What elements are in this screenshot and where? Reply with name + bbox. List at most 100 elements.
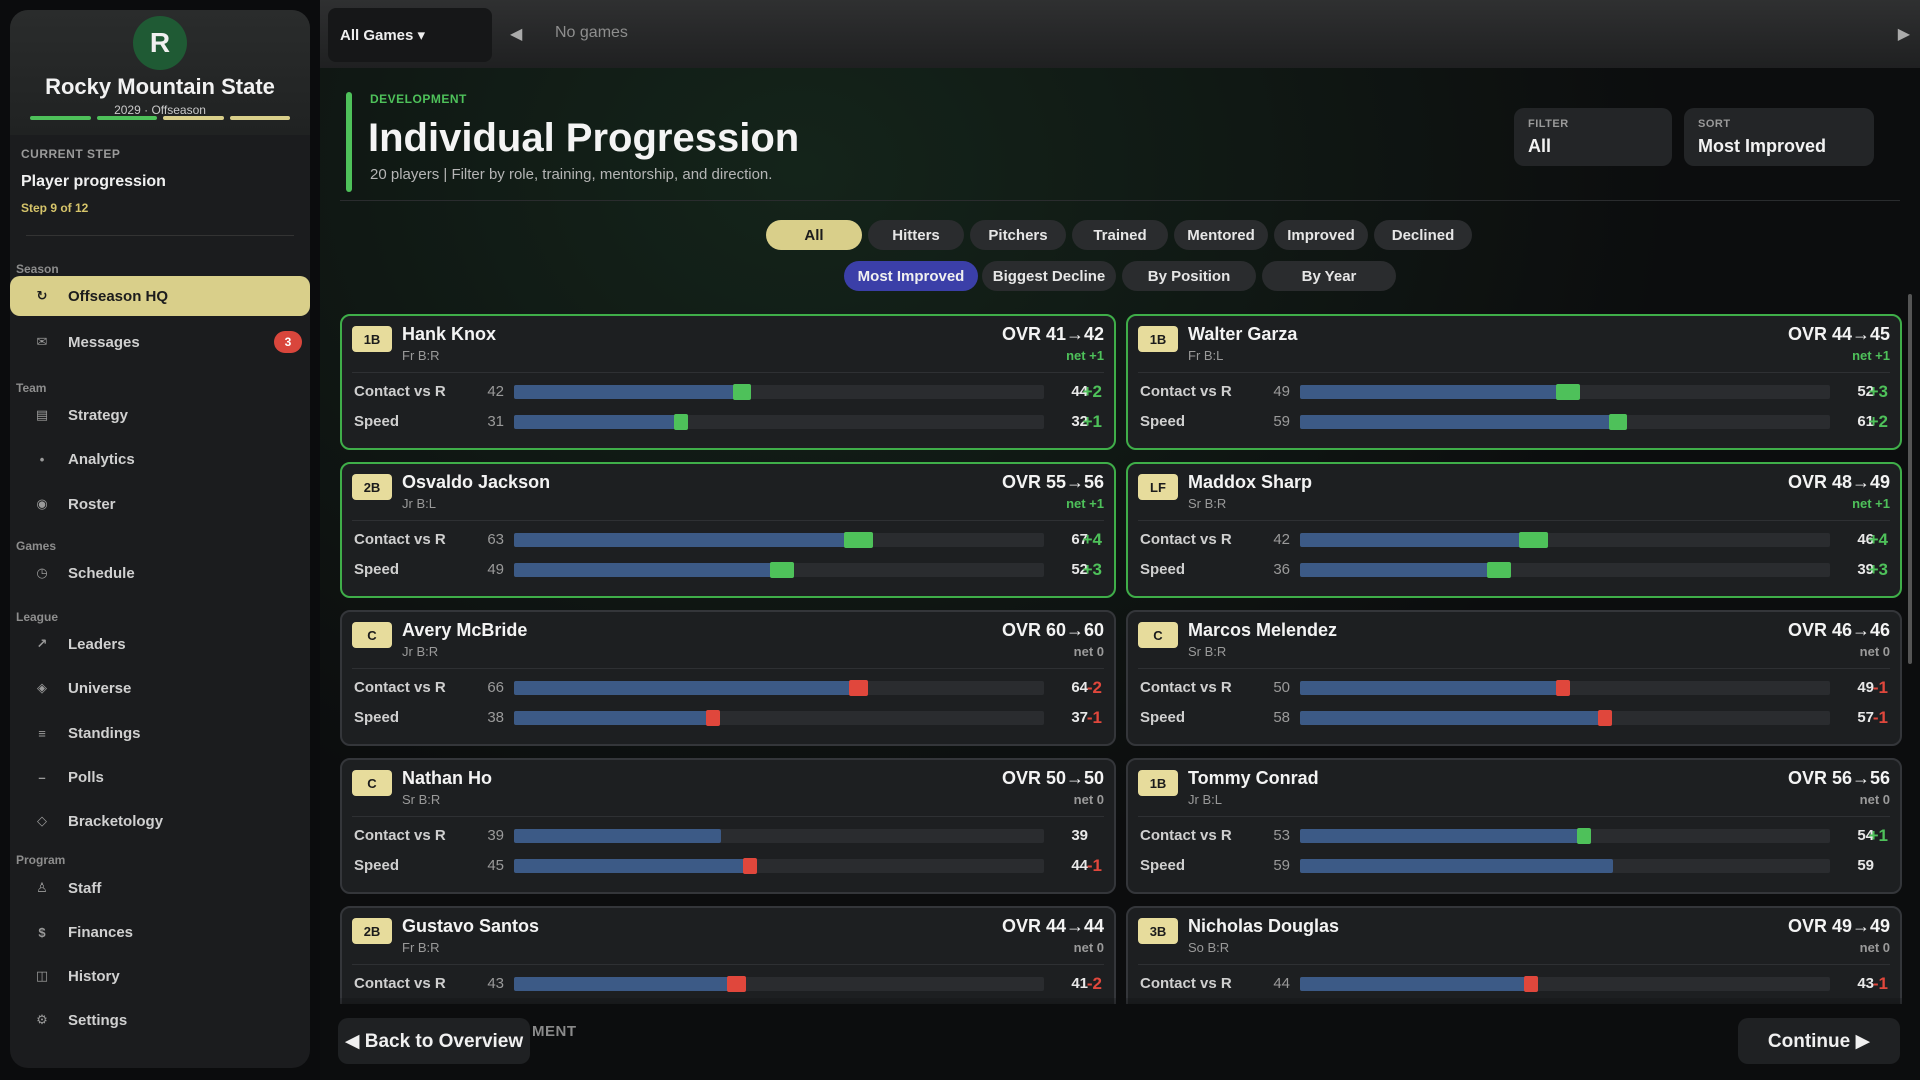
sort-dropdown[interactable]: SORT Most Improved — [1684, 108, 1874, 166]
sidebar-item-settings[interactable]: ⚙ Settings — [10, 1000, 310, 1040]
player-ovr: OVR 55→56 — [1001, 472, 1104, 492]
sort-label: SORT — [1698, 118, 1731, 130]
sidebar-item-schedule[interactable]: ◷ Schedule — [10, 553, 310, 593]
continue-button[interactable]: Continue ▶ — [1738, 1018, 1900, 1064]
filter-chip-trained[interactable]: Trained — [1072, 220, 1168, 250]
sidebar-item-offseason-hq[interactable]: ↻ Offseason HQ — [10, 276, 310, 316]
sidebar-item-bracketology[interactable]: ◇ Bracketology — [10, 801, 310, 841]
position-badge: C — [352, 770, 392, 796]
player-card[interactable]: 2B Gustavo Santos Fr B:R OVR 44→44 net 0 Cont… — [340, 906, 1116, 1004]
stat-delta: +2 — [1082, 382, 1102, 401]
sidebar-item-label: Bracketology — [68, 812, 164, 830]
player-meta: Sr B:R — [1188, 496, 1227, 511]
sort-chip-biggest-decline[interactable]: Biggest Decline — [982, 261, 1116, 291]
sidebar-item-label: Strategy — [68, 406, 129, 424]
back-to-overview-button[interactable]: ◀ Back to Overview — [338, 1018, 530, 1064]
player-card[interactable]: C Nathan Ho Sr B:R OVR 50→50 net 0 Contact vs… — [340, 758, 1116, 894]
filter-chip-declined[interactable]: Declined — [1374, 220, 1472, 250]
stat-name: Speed — [1140, 413, 1186, 430]
polls-icon: – — [38, 769, 46, 785]
player-card[interactable]: C Avery McBride Jr B:R OVR 60→60 net 0 Contac… — [340, 610, 1116, 746]
stat-name: Contact vs R — [354, 975, 446, 992]
games-bar: All Games ▾ ◀ No games ▶ — [320, 0, 1920, 68]
dollar-icon: $ — [38, 924, 46, 940]
next-arrow-icon[interactable]: ▶ — [1898, 24, 1910, 44]
stat-gain-marker — [1518, 532, 1548, 548]
sidebar-item-polls[interactable]: – Polls — [10, 757, 310, 797]
filter-chip-pitchers[interactable]: Pitchers — [970, 220, 1066, 250]
prev-arrow-icon[interactable]: ◀ — [510, 24, 522, 44]
stat-row: Speed 36 39 +3 — [1140, 558, 1888, 582]
universe-icon: ◈ — [37, 680, 47, 695]
sidebar-item-roster[interactable]: ◉ Roster — [10, 484, 310, 524]
player-card[interactable]: 1B Walter Garza Fr B:L OVR 44→45 net +1 Conta… — [1126, 314, 1902, 450]
stat-bar-fill — [514, 385, 737, 399]
sidebar-item-standings[interactable]: ≡ Standings — [10, 713, 310, 753]
stat-row: Contact vs R 39 39 — [354, 824, 1102, 848]
stat-gain-marker — [732, 384, 752, 400]
sidebar-item-label: Messages — [68, 333, 140, 351]
sidebar-item-finances[interactable]: $ Finances — [10, 912, 310, 952]
list-icon: ≡ — [38, 725, 46, 741]
stat-bar-fill — [1300, 415, 1613, 429]
stat-bar-track — [1300, 414, 1830, 430]
filter-chip-mentored[interactable]: Mentored — [1174, 220, 1268, 250]
sidebar-item-strategy[interactable]: ▤ Strategy — [10, 395, 310, 435]
stat-loss-marker — [1555, 680, 1570, 696]
sort-chip-most-improved[interactable]: Most Improved — [844, 261, 978, 291]
sidebar-item-staff[interactable]: ♙ Staff — [10, 868, 310, 908]
stat-row: Speed 58 57 -1 — [1140, 706, 1888, 730]
player-ovr: OVR 44→45 — [1787, 324, 1890, 344]
sort-chip-by-position[interactable]: By Position — [1122, 261, 1256, 291]
position-badge: 1B — [1138, 326, 1178, 352]
player-meta: So B:R — [1188, 940, 1230, 955]
current-step-label: CURRENT STEP — [21, 147, 121, 161]
games-select[interactable]: All Games ▾ — [328, 8, 492, 62]
filter-chip-improved[interactable]: Improved — [1274, 220, 1368, 250]
stat-name: Contact vs R — [354, 679, 446, 696]
sort-chip-by-year[interactable]: By Year — [1262, 261, 1396, 291]
stat-bar-track — [1300, 562, 1830, 578]
stat-delta: +3 — [1082, 560, 1102, 579]
sidebar-item-leaders[interactable]: ↗ Leaders — [10, 624, 310, 664]
card-divider — [352, 668, 1104, 669]
filter-chip-all[interactable]: All — [766, 220, 862, 250]
sidebar-item-universe[interactable]: ◈ Universe — [10, 668, 310, 708]
filter-dropdown[interactable]: FILTER All — [1514, 108, 1672, 166]
position-badge: 2B — [352, 474, 392, 500]
player-meta: Jr B:L — [402, 496, 436, 511]
card-divider — [352, 964, 1104, 965]
stat-name: Speed — [354, 413, 400, 430]
player-card[interactable]: 1B Tommy Conrad Jr B:L OVR 56→56 net 0 Contac… — [1126, 758, 1902, 894]
stat-row: Speed 59 61 +2 — [1140, 410, 1888, 434]
stat-gain-marker — [1576, 828, 1591, 844]
sidebar-section-label: Games — [16, 539, 57, 553]
stat-from-value: 59 — [1273, 413, 1290, 430]
player-ovr: OVR 41→42 — [1001, 324, 1104, 344]
sidebar-item-history[interactable]: ◫ History — [10, 956, 310, 996]
scrollbar[interactable] — [1908, 294, 1912, 664]
player-card[interactable]: 3B Nicholas Douglas So B:R OVR 49→49 net 0 Co… — [1126, 906, 1902, 1004]
stat-gain-marker — [769, 562, 794, 578]
position-badge: C — [352, 622, 392, 648]
footer-ghost-text: MENT — [532, 1023, 577, 1040]
stat-row: Speed 45 44 -1 — [354, 854, 1102, 878]
card-divider — [352, 520, 1104, 521]
player-card[interactable]: C Marcos Melendez Sr B:R OVR 46→46 net 0 Cont… — [1126, 610, 1902, 746]
stat-bar-fill — [514, 681, 854, 695]
messages-count-badge: 3 — [274, 331, 302, 353]
sidebar-item-messages[interactable]: ✉ Messages 3 — [10, 322, 310, 362]
stat-from-value: 43 — [487, 975, 504, 992]
sidebar-item-analytics[interactable]: • Analytics — [10, 439, 310, 479]
player-card[interactable]: 2B Osvaldo Jackson Jr B:L OVR 55→56 net +1 Co… — [340, 462, 1116, 598]
player-card[interactable]: LF Maddox Sharp Sr B:R OVR 48→49 net +1 Conta… — [1126, 462, 1902, 598]
stat-row: Speed 59 59 — [1140, 854, 1888, 878]
stat-gain-marker — [843, 532, 874, 548]
player-card[interactable]: 1B Hank Knox Fr B:R OVR 41→42 net +1 Contact … — [340, 314, 1116, 450]
card-divider — [352, 816, 1104, 817]
stat-loss-marker — [1523, 976, 1538, 992]
team-color-bar — [229, 116, 290, 120]
stat-from-value: 31 — [487, 413, 504, 430]
stat-row: Speed 31 32 +1 — [354, 410, 1102, 434]
filter-chip-hitters[interactable]: Hitters — [868, 220, 964, 250]
